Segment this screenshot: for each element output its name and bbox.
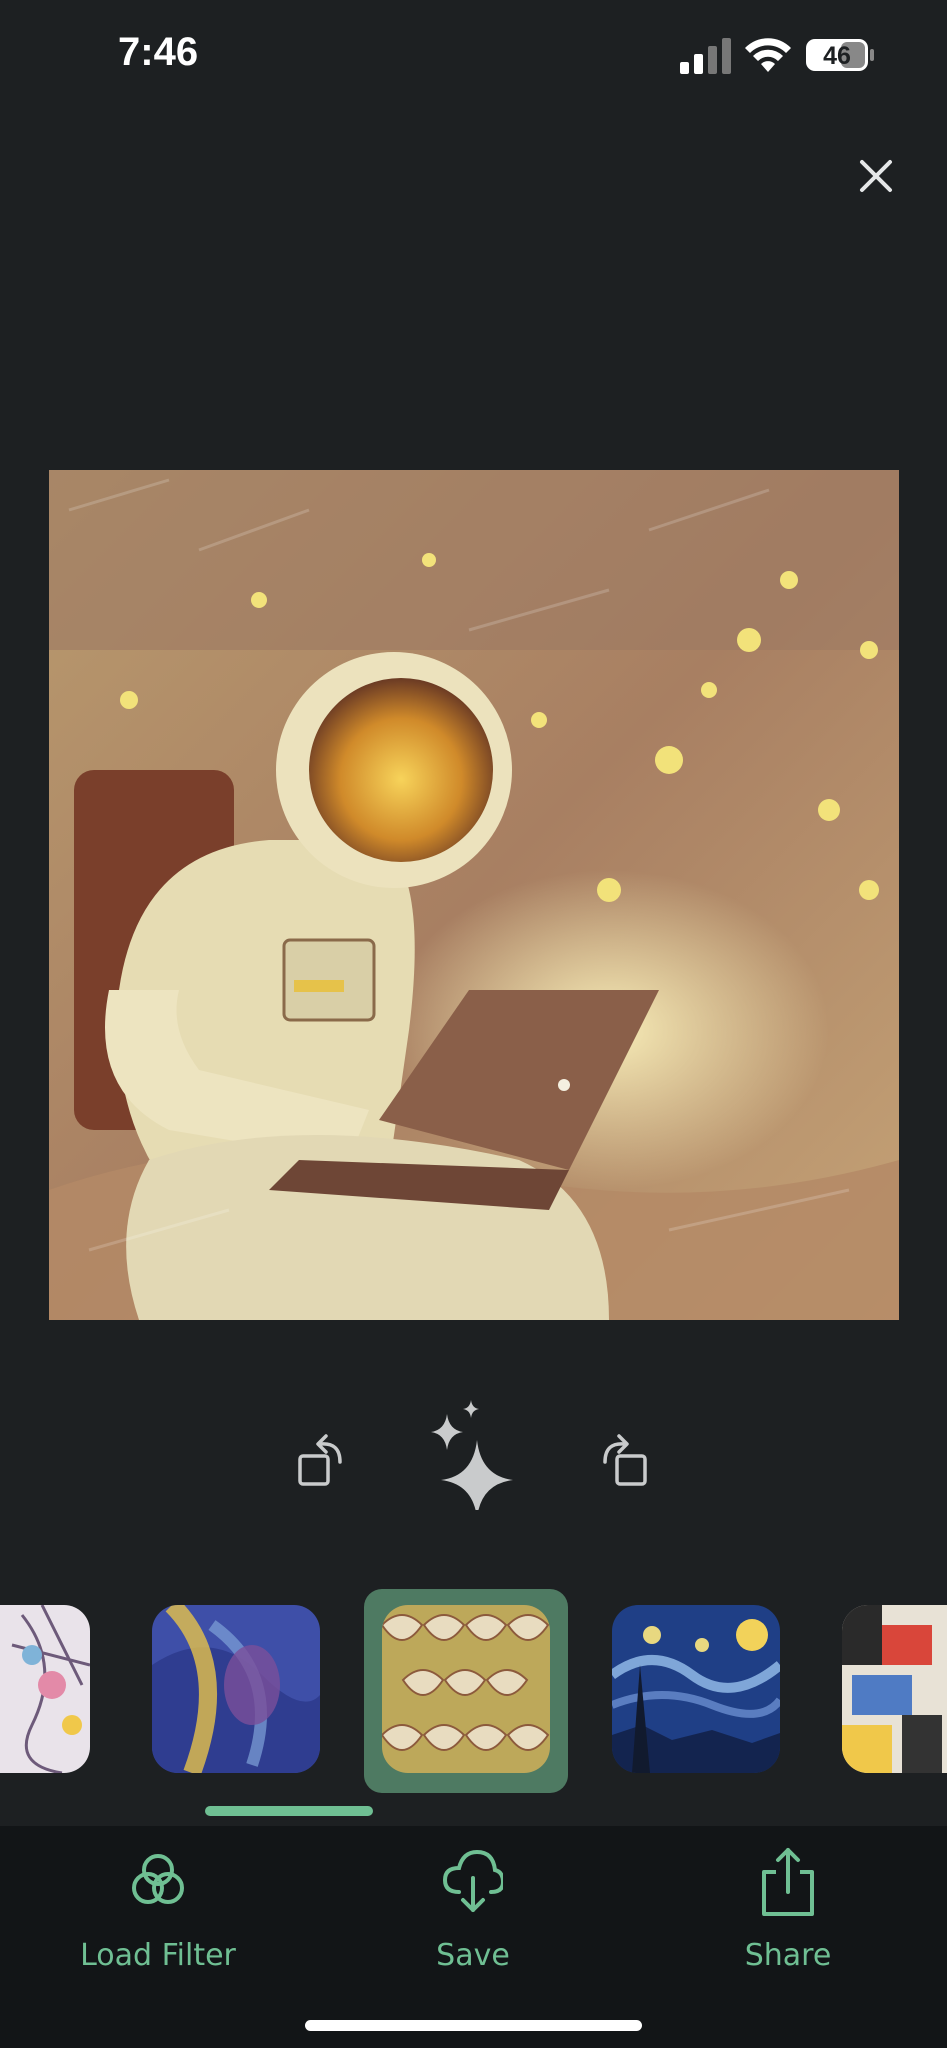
cloud-download-icon <box>443 1849 503 1912</box>
wifi-icon <box>745 38 791 72</box>
load-filter-icon <box>132 1854 184 1904</box>
filter-thumb-art-deco[interactable] <box>382 1605 550 1773</box>
share-label: Share <box>744 1938 832 1973</box>
load-filter-button[interactable]: Load Filter <box>48 1846 268 1976</box>
battery-icon: 46 <box>806 39 874 71</box>
carousel-scroll-indicator <box>205 1806 373 1816</box>
filter-thumb-mosaic[interactable] <box>0 1605 90 1773</box>
filter-carousel[interactable] <box>0 1585 947 1800</box>
close-icon[interactable] <box>850 150 902 202</box>
home-indicator <box>305 2020 642 2031</box>
filter-thumb-starry-night[interactable] <box>612 1605 780 1773</box>
sparkles-icon[interactable] <box>425 1400 521 1510</box>
cellular-signal-icon <box>680 38 731 74</box>
load-filter-label: Load Filter <box>80 1938 236 1973</box>
status-time: 7:46 <box>118 30 199 74</box>
status-bar: 7:46 46 <box>0 0 947 110</box>
bottom-toolbar: Load Filter Save Share <box>0 1826 947 2048</box>
share-icon <box>762 1848 814 1916</box>
share-button[interactable]: Share <box>678 1846 898 1976</box>
rotate-left-icon[interactable] <box>296 1430 348 1490</box>
filter-thumb-portrait-swirl[interactable] <box>152 1605 320 1773</box>
edit-controls <box>0 1400 947 1520</box>
battery-level: 46 <box>823 42 851 70</box>
rotate-right-icon[interactable] <box>597 1430 649 1490</box>
save-label: Save <box>436 1938 510 1973</box>
save-button[interactable]: Save <box>363 1846 583 1976</box>
filter-thumb-collage[interactable] <box>842 1605 947 1773</box>
stylized-photo <box>49 470 899 1320</box>
